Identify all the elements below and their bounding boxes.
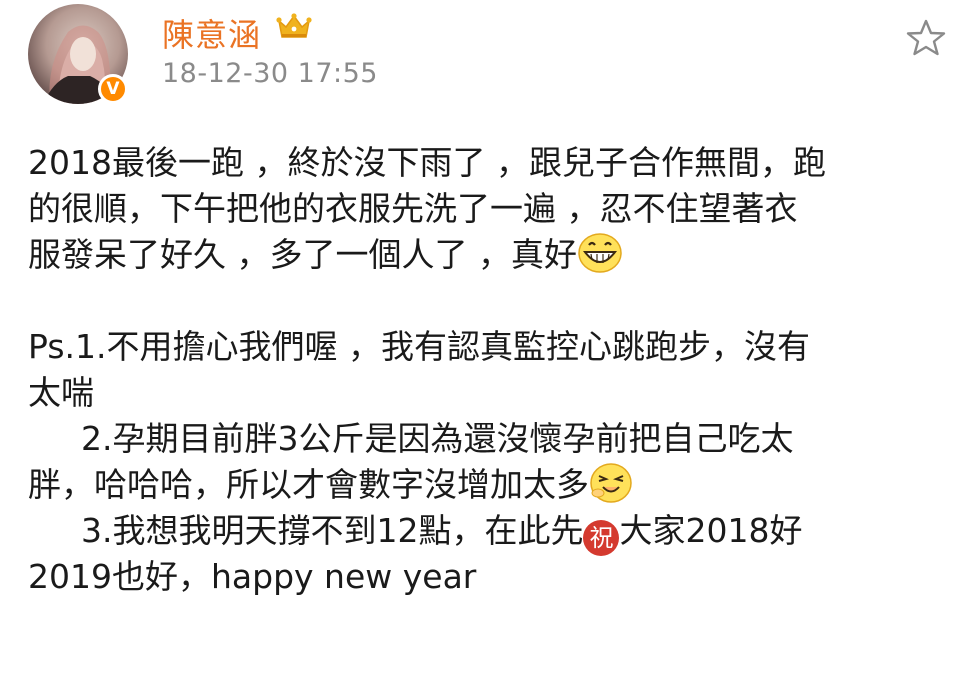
zhu-badge-icon: 祝 <box>583 520 620 556</box>
post-body: 2018最後一跑 ，終於沒下雨了 ，跟兒子合作無間，跑 的很順，下午把他的衣服先… <box>28 140 958 600</box>
star-outline-icon[interactable] <box>905 18 947 58</box>
post-line-text: 胖，哈哈哈，所以才會數字沒增加太多 <box>28 465 589 504</box>
grinning-face-icon <box>578 233 622 273</box>
post-line-text: 服發呆了好久 ，多了一個人了 ，真好 <box>28 235 577 274</box>
post-timestamp[interactable]: 18-12-30 17:55 <box>162 58 378 89</box>
verified-badge: V <box>98 74 128 104</box>
post-line: 服發呆了好久 ，多了一個人了 ，真好 <box>28 232 958 278</box>
post-line: 胖，哈哈哈，所以才會數字沒增加太多 <box>28 462 958 508</box>
post-line: 2019也好，happy new year <box>28 557 477 596</box>
post-line: 2018最後一跑 ，終於沒下雨了 ，跟兒子合作無間，跑 <box>28 143 826 182</box>
laughing-face-icon <box>590 463 632 503</box>
post-line: 2.孕期目前胖3公斤是因為還沒懷孕前把自己吃太 <box>81 419 794 458</box>
post-line: 太喘 <box>28 373 94 412</box>
post-line: Ps.1.不用擔心我們喔 ，我有認真監控心跳跑步，沒有 <box>28 327 810 366</box>
crown-icon <box>276 13 312 38</box>
post-line-text: 大家2018好 <box>619 511 803 550</box>
post-line: 3.我想我明天撐不到12點，在此先祝大家2018好 <box>28 508 958 556</box>
post-line-text: 3.我想我明天撐不到12點，在此先 <box>81 511 584 550</box>
username-link[interactable]: 陳意涵 <box>162 10 261 56</box>
post-line: 的很順，下午把他的衣服先洗了一遍 ，忍不住望著衣 <box>28 189 798 228</box>
